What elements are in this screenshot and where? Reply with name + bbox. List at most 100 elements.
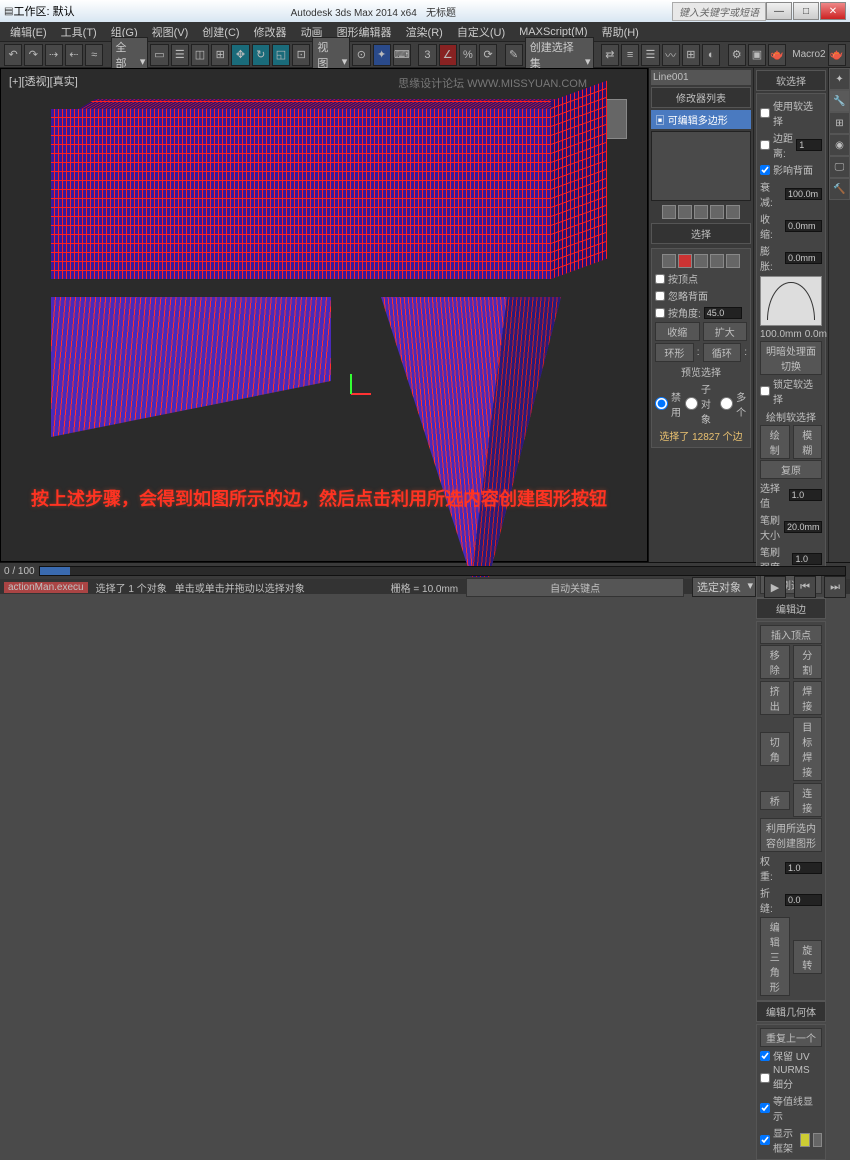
weld-button[interactable]: 焊接 [793, 681, 823, 715]
extrude-button[interactable]: 挤出 [760, 681, 790, 715]
modify-tab[interactable]: 🔧 [829, 90, 850, 112]
remove-button[interactable]: 移除 [760, 645, 790, 679]
shaded-face-button[interactable]: 明暗处理面切换 [760, 341, 822, 375]
menu-view[interactable]: 视图(V) [146, 22, 195, 42]
loop-button[interactable]: 循环 [703, 343, 742, 362]
maxscript-listener[interactable]: actionMan.execu [4, 582, 88, 593]
modifier-item[interactable]: ▣ 可编辑多边形 [651, 110, 751, 129]
menu-edit[interactable]: 编辑(E) [4, 22, 53, 42]
show-cage-checkbox[interactable] [760, 1135, 770, 1145]
modifier-list-header[interactable]: 修改器列表 [651, 87, 751, 108]
window-crossing-button[interactable]: ⊞ [211, 44, 229, 66]
angle-spinner[interactable]: 45.0 [704, 307, 742, 319]
create-shape-button[interactable]: 利用所选内容创建图形 [760, 818, 822, 852]
lock-soft-checkbox[interactable] [760, 386, 770, 396]
motion-tab[interactable]: ◉ [829, 134, 850, 156]
use-soft-checkbox[interactable] [760, 108, 770, 118]
pinch-spinner[interactable]: 0.0mm [785, 220, 822, 232]
scale-button[interactable]: ◱ [272, 44, 290, 66]
minimize-button[interactable]: — [766, 2, 792, 20]
shrink-button[interactable]: 收缩 [655, 322, 700, 341]
selection-rollout-header[interactable]: 选择 [651, 223, 751, 244]
configure-icon[interactable] [726, 205, 740, 219]
select-manipulate-button[interactable]: ✦ [373, 44, 391, 66]
select-button[interactable]: ▭ [150, 44, 168, 66]
preview-sub-radio[interactable] [685, 397, 698, 410]
edge-subobj-icon[interactable] [678, 254, 692, 268]
goto-end-button[interactable]: ⏭ [824, 576, 846, 598]
maximize-button[interactable]: □ [793, 2, 819, 20]
keyboard-shortcut-button[interactable]: ⌨ [393, 44, 411, 66]
connect-button[interactable]: 连接 [793, 783, 823, 817]
viewport[interactable]: [+][透视][真实] 按上述步骤，会得到如图所示的边，然后点击利用所选内容创建… [0, 68, 648, 562]
select-name-button[interactable]: ☰ [171, 44, 189, 66]
search-hint[interactable]: 键入关键字或短语 [672, 2, 766, 21]
preview-off-radio[interactable] [655, 397, 668, 410]
unlink-button[interactable]: ⇠ [65, 44, 83, 66]
hierarchy-tab[interactable]: ⊞ [829, 112, 850, 134]
layer-button[interactable]: ☰ [641, 44, 659, 66]
by-vertex-checkbox[interactable] [655, 274, 665, 284]
vertex-subobj-icon[interactable] [662, 254, 676, 268]
key-filter-dropdown[interactable]: 选定对象 [692, 577, 756, 597]
poly-subobj-icon[interactable] [710, 254, 724, 268]
border-subobj-icon[interactable] [694, 254, 708, 268]
edit-geometry-header[interactable]: 编辑几何体 [756, 1001, 826, 1022]
repeat-last-button[interactable]: 重复上一个 [760, 1028, 822, 1047]
grow-button[interactable]: 扩大 [703, 322, 748, 341]
snap-button[interactable]: 3 [418, 44, 436, 66]
mirror-button[interactable]: ⇄ [601, 44, 619, 66]
insert-vertex-button[interactable]: 插入顶点 [760, 625, 822, 644]
isoline-checkbox[interactable] [760, 1103, 770, 1113]
schematic-button[interactable]: ⊞ [682, 44, 700, 66]
menu-help[interactable]: 帮助(H) [596, 22, 645, 42]
bind-button[interactable]: ≈ [85, 44, 103, 66]
object-name-field[interactable]: Line001 [651, 70, 751, 85]
blur-button[interactable]: 模糊 [793, 425, 823, 459]
remove-mod-icon[interactable] [710, 205, 724, 219]
render-frame-button[interactable]: ▣ [748, 44, 766, 66]
preserve-uv-checkbox[interactable] [760, 1051, 770, 1061]
model-mesh[interactable] [51, 99, 607, 309]
revert-button[interactable]: 复原 [760, 460, 822, 479]
undo-button[interactable]: ↶ [4, 44, 22, 66]
move-button[interactable]: ✥ [231, 44, 249, 66]
render-button[interactable]: 🫖 [768, 44, 786, 66]
menu-create[interactable]: 创建(C) [196, 22, 245, 42]
target-weld-button[interactable]: 目标焊接 [793, 717, 823, 781]
viewport-label[interactable]: [+][透视][真实] [9, 73, 78, 89]
nurms-checkbox[interactable] [760, 1073, 770, 1083]
chamfer-button[interactable]: 切角 [760, 732, 790, 766]
menu-tools[interactable]: 工具(T) [55, 22, 103, 42]
split-button[interactable]: 分割 [793, 645, 823, 679]
preview-multi-radio[interactable] [720, 397, 733, 410]
render-setup-button[interactable]: ⚙ [728, 44, 746, 66]
show-result-icon[interactable] [678, 205, 692, 219]
menu-modifiers[interactable]: 修改器 [248, 22, 293, 42]
menu-render[interactable]: 渲染(R) [400, 22, 449, 42]
spinner-snap-button[interactable]: ⟳ [479, 44, 497, 66]
rotate-button[interactable]: ↻ [252, 44, 270, 66]
curve-editor-button[interactable]: 〰 [662, 44, 680, 66]
element-subobj-icon[interactable] [726, 254, 740, 268]
named-sel-edit-button[interactable]: ✎ [505, 44, 523, 66]
pin-stack-icon[interactable] [662, 205, 676, 219]
bubble-spinner[interactable]: 0.0mm [785, 252, 822, 264]
paint-button[interactable]: 绘制 [760, 425, 790, 459]
play-button[interactable]: ▶ [764, 576, 786, 598]
mesh-spike[interactable] [381, 297, 561, 577]
turn-button[interactable]: 旋转 [793, 940, 823, 974]
workspace-label[interactable]: 工作区: 默认 [13, 3, 74, 19]
soft-selection-header[interactable]: 软选择 [756, 70, 826, 91]
falloff-spinner[interactable]: 100.0m [785, 188, 822, 200]
align-button[interactable]: ≡ [621, 44, 639, 66]
affect-backfacing-checkbox[interactable] [760, 165, 770, 175]
bridge-button[interactable]: 桥 [760, 791, 790, 810]
link-button[interactable]: ⇢ [45, 44, 63, 66]
select-region-button[interactable]: ◫ [191, 44, 209, 66]
modifier-stack[interactable] [651, 131, 751, 201]
redo-button[interactable]: ↷ [24, 44, 42, 66]
ignore-backfacing-checkbox[interactable] [655, 291, 665, 301]
goto-start-button[interactable]: ⏮ [794, 576, 816, 598]
pivot-button[interactable]: ⊙ [352, 44, 370, 66]
